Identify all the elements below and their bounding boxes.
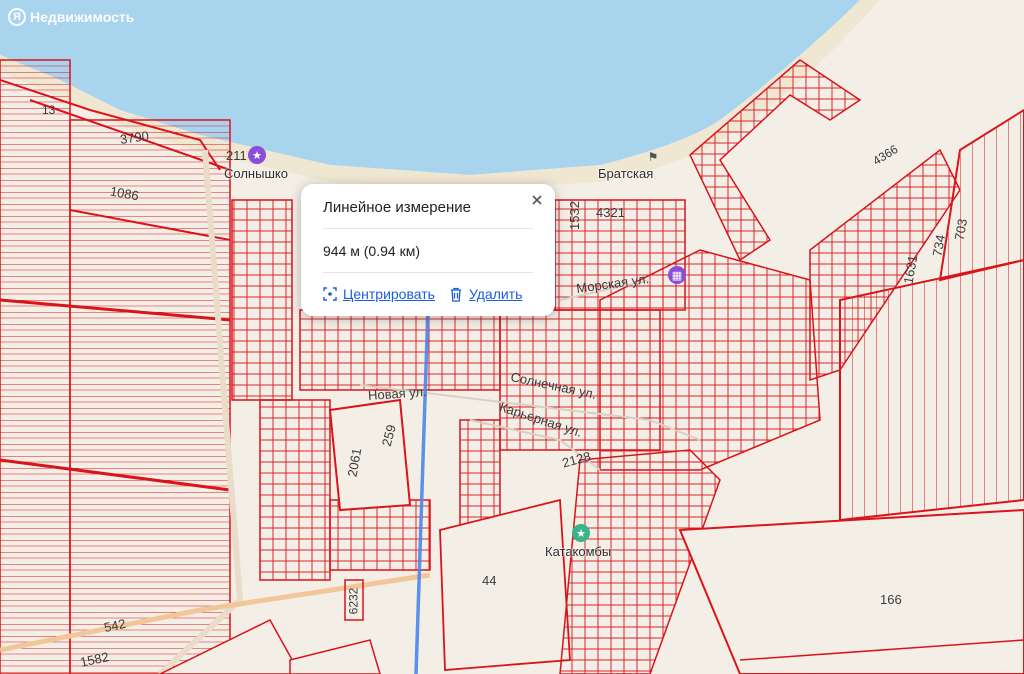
poi-label-solnyshko[interactable]: Солнышко xyxy=(224,166,288,181)
delete-button[interactable]: Удалить xyxy=(449,286,522,302)
parcel-number: 6232 xyxy=(346,587,361,615)
cadastral-map[interactable] xyxy=(0,0,1024,674)
parcel-number: 13 xyxy=(42,103,56,117)
popup-title: Линейное измерение xyxy=(323,199,533,229)
delete-label: Удалить xyxy=(468,286,523,302)
parcel-number: 1532 xyxy=(566,201,582,230)
parcel-block-west-2 xyxy=(69,119,231,674)
parcel-block-west-1 xyxy=(0,59,71,674)
poi-label-katakomby[interactable]: Катакомбы xyxy=(545,544,611,559)
parcel-number: 44 xyxy=(482,573,497,588)
poi-label-bratskaya[interactable]: Братская xyxy=(598,166,653,181)
trash-icon xyxy=(450,287,461,302)
poi-icon-katakomby[interactable]: ★ xyxy=(572,524,590,542)
parcel-166 xyxy=(678,508,1024,674)
parcel-number: 166 xyxy=(880,592,902,607)
parcel-number: 211 xyxy=(226,148,247,163)
yandex-logo-icon: Я xyxy=(8,8,26,26)
brand-logo[interactable]: Я Недвижимость xyxy=(8,8,134,26)
parcel-2061 xyxy=(328,398,412,512)
parcel-grid xyxy=(259,399,331,581)
measure-popup: Линейное измерение 944 м (0.94 км) Центр… xyxy=(301,184,555,316)
center-label: Центрировать xyxy=(343,286,435,302)
flag-icon: ⚑ xyxy=(647,150,659,164)
parcel-number: 4321 xyxy=(596,205,625,220)
parcel-44 xyxy=(439,498,571,671)
center-icon xyxy=(323,287,337,301)
center-button[interactable]: Центрировать xyxy=(323,286,435,302)
measure-distance: 944 м (0.94 км) xyxy=(323,229,533,273)
poi-icon-solnyshko[interactable]: ★ xyxy=(248,146,266,164)
poi-icon-purple[interactable]: ▦ xyxy=(668,266,686,284)
close-icon[interactable] xyxy=(529,192,545,208)
parcel-grid xyxy=(459,419,501,531)
parcel-grid xyxy=(299,309,501,391)
parcel-grid xyxy=(231,199,293,401)
parcel-east-stripes xyxy=(839,258,1024,522)
brand-name: Недвижимость xyxy=(30,9,135,25)
